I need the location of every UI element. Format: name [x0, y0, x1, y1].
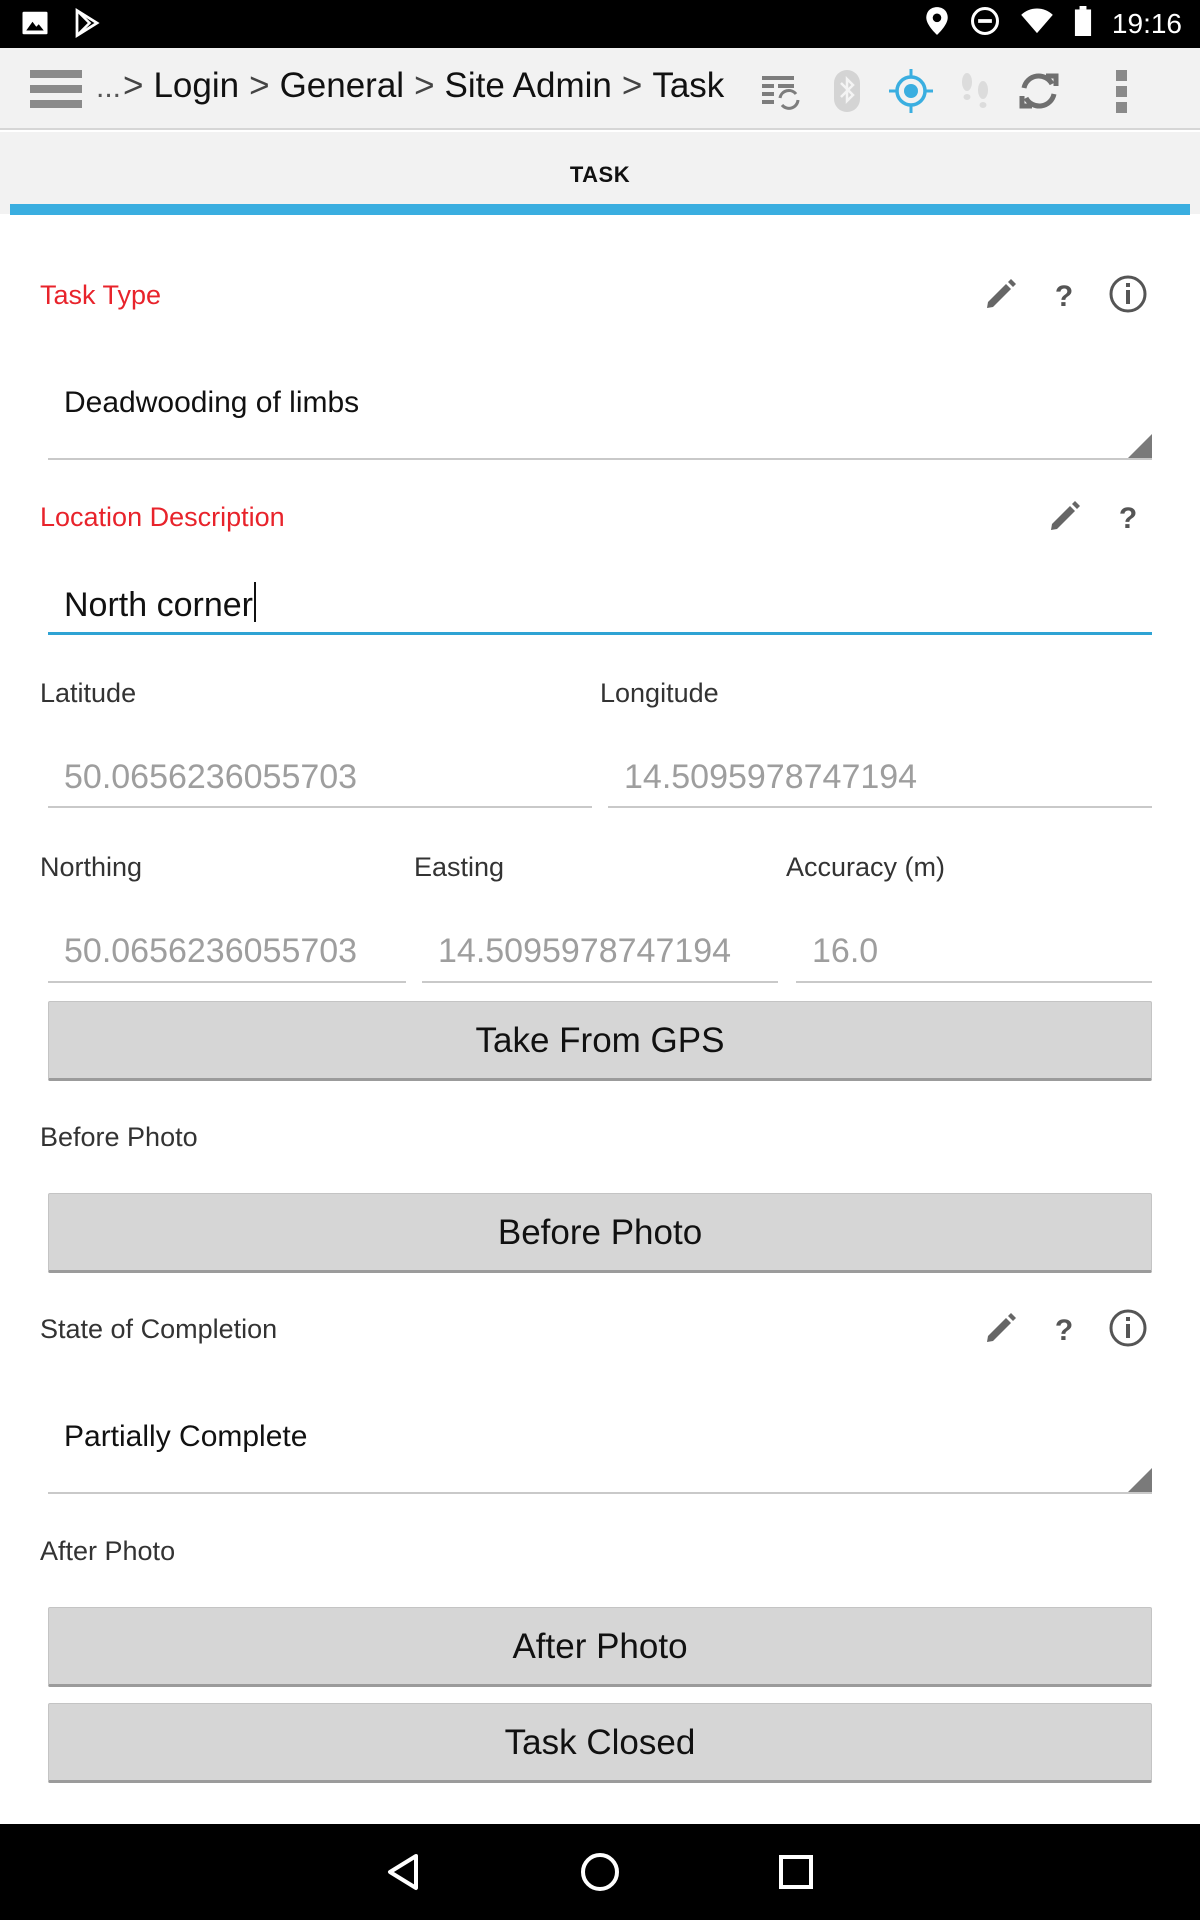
breadcrumb-separator: > [123, 66, 144, 105]
edit-pencil-icon[interactable] [1042, 494, 1086, 538]
northing-underline [48, 981, 406, 983]
dropdown-corner-icon[interactable] [1128, 434, 1152, 458]
after-photo-button[interactable]: After Photo [48, 1607, 1152, 1687]
breadcrumb-login[interactable]: Login [153, 66, 239, 105]
tab-task[interactable]: TASK [0, 162, 1200, 188]
northing-field[interactable]: 50.0656236055703 [64, 932, 357, 971]
location-description-value: North corner [64, 586, 253, 624]
latitude-underline [48, 806, 592, 808]
hamburger-menu-icon[interactable] [30, 68, 82, 110]
breadcrumb-general[interactable]: General [280, 66, 405, 105]
breadcrumb-separator: > [414, 66, 435, 105]
dropdown-corner-icon[interactable] [1128, 1468, 1152, 1492]
easting-field[interactable]: 14.5095978747194 [438, 932, 731, 971]
back-icon[interactable] [380, 1848, 428, 1896]
location-icon [924, 6, 950, 41]
refresh-icon[interactable] [1016, 68, 1062, 114]
text-cursor [253, 582, 256, 622]
overflow-menu-icon[interactable] [1110, 68, 1134, 114]
home-icon[interactable] [576, 1848, 624, 1896]
after-photo-label: After Photo [40, 1536, 176, 1566]
breadcrumb: ...> Login > General > Site Admin > Task [96, 66, 724, 106]
breadcrumb-separator: > [249, 66, 270, 105]
sync-list-icon[interactable] [758, 68, 804, 114]
location-description-underline [48, 632, 1152, 635]
svg-text:?: ? [1055, 1314, 1073, 1347]
latitude-field[interactable]: 50.0656236055703 [64, 758, 357, 797]
longitude-label: Longitude [600, 678, 719, 708]
wifi-icon [1020, 6, 1054, 41]
battery-icon [1074, 6, 1092, 41]
toolbar: ...> Login > General > Site Admin > Task [0, 48, 1200, 130]
help-question-icon[interactable]: ? [1106, 494, 1150, 538]
accuracy-underline [796, 981, 1152, 983]
location-description-label: Location Description [40, 502, 285, 532]
easting-label: Easting [414, 852, 505, 882]
task-closed-button[interactable]: Task Closed [48, 1703, 1152, 1783]
longitude-underline [608, 806, 1152, 808]
edit-pencil-icon[interactable] [978, 1306, 1022, 1350]
footsteps-icon[interactable] [952, 68, 998, 114]
breadcrumb-site-admin[interactable]: Site Admin [445, 66, 612, 105]
help-question-icon[interactable]: ? [1042, 272, 1086, 316]
breadcrumb-ellipsis[interactable]: ... [96, 71, 121, 104]
accuracy-field[interactable]: 16.0 [812, 932, 878, 971]
info-icon[interactable] [1106, 272, 1150, 316]
tab-indicator [10, 204, 1190, 215]
help-question-icon[interactable]: ? [1042, 1306, 1086, 1350]
play-store-icon [72, 8, 102, 43]
task-type-label: Task Type [40, 280, 162, 310]
navigation-bar [0, 1824, 1200, 1920]
breadcrumb-separator: > [621, 66, 643, 105]
before-photo-label: Before Photo [40, 1122, 198, 1152]
bluetooth-icon[interactable] [824, 68, 870, 114]
image-icon [20, 8, 50, 43]
do-not-disturb-icon [970, 6, 1000, 41]
location-description-input[interactable]: North corner [64, 582, 256, 625]
status-bar: 19:16 [0, 0, 1200, 48]
status-time: 19:16 [1111, 7, 1182, 39]
take-from-gps-button[interactable]: Take From GPS [48, 1001, 1152, 1081]
accuracy-label: Accuracy (m) [786, 852, 946, 882]
edit-pencil-icon[interactable] [978, 272, 1022, 316]
recents-icon[interactable] [772, 1848, 820, 1896]
latitude-label: Latitude [40, 678, 137, 708]
before-photo-button[interactable]: Before Photo [48, 1193, 1152, 1273]
longitude-field[interactable]: 14.5095978747194 [624, 758, 917, 797]
svg-text:?: ? [1055, 280, 1073, 313]
state-of-completion-underline [48, 1492, 1152, 1494]
task-type-dropdown[interactable]: Deadwooding of limbs [64, 386, 359, 420]
task-type-underline [48, 458, 1152, 460]
breadcrumb-task: Task [652, 66, 725, 105]
tab-strip: TASK [0, 132, 1200, 214]
svg-text:?: ? [1119, 502, 1137, 535]
easting-underline [422, 981, 778, 983]
state-of-completion-dropdown[interactable]: Partially Complete [64, 1420, 307, 1454]
info-icon[interactable] [1106, 1306, 1150, 1350]
gps-target-icon[interactable] [888, 68, 934, 114]
state-of-completion-label: State of Completion [40, 1314, 278, 1344]
northing-label: Northing [40, 852, 143, 882]
